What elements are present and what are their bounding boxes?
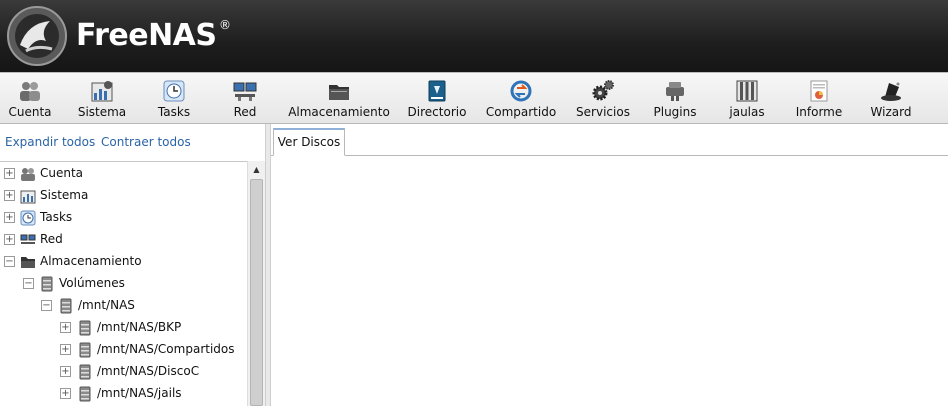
network-icon: [20, 234, 36, 244]
tree-node-label: Sistema: [40, 188, 89, 202]
tab-ver-discos[interactable]: Ver Discos: [273, 128, 345, 156]
tab-bar: Ver Discos: [271, 124, 948, 156]
report-icon: [810, 80, 828, 102]
tree-node-mnt-nas-bkp[interactable]: + /mnt/NAS/BKP: [0, 318, 247, 338]
network-icon: [233, 82, 257, 101]
tree-node-label: /mnt/NAS/jails: [97, 386, 182, 400]
expand-icon[interactable]: +: [60, 322, 71, 333]
tree-node-mnt-nas-discoc[interactable]: + /mnt/NAS/DiscoC: [0, 362, 247, 382]
tree-node-mnt-nas-jails[interactable]: + /mnt/NAS/jails: [0, 384, 247, 404]
main-toolbar: Cuenta Sistema Tasks Red Almacenamiento: [0, 72, 948, 124]
tree-node-volumenes[interactable]: − Volúmenes: [0, 274, 247, 294]
volume-icon: [79, 364, 91, 380]
tree-node-red[interactable]: + Red: [0, 230, 247, 250]
toolbar-compartido-button[interactable]: Compartido: [482, 73, 560, 124]
expand-icon[interactable]: +: [4, 212, 15, 223]
navigation-tree: + Cuenta + Sistema + Tasks + Red − Almac…: [0, 161, 265, 406]
expand-all-link[interactable]: Expandir todos: [5, 135, 95, 149]
tree-node-sistema[interactable]: + Sistema: [0, 186, 247, 206]
tree-node-cuenta[interactable]: + Cuenta: [0, 164, 247, 184]
toolbar-informe-button[interactable]: Informe: [788, 73, 850, 124]
tree-node-label: /mnt/NAS/BKP: [97, 320, 182, 334]
expand-icon[interactable]: +: [60, 344, 71, 355]
tree-node-label: /mnt/NAS/DiscoC: [97, 364, 200, 378]
toolbar-label: Directorio: [407, 105, 467, 119]
plugins-icon: [666, 82, 684, 101]
tree-node-label: Red: [40, 232, 63, 246]
wizard-hat-icon: [881, 82, 901, 101]
expand-icon[interactable]: +: [60, 366, 71, 377]
clock-icon: [163, 80, 185, 102]
app-header: FreeNAS ®: [0, 0, 948, 72]
tree-node-label: Almacenamiento: [40, 254, 142, 268]
folder-icon: [329, 85, 349, 100]
collapse-icon[interactable]: −: [23, 278, 34, 289]
volume-icon: [79, 386, 91, 402]
toolbar-label: Red: [233, 105, 257, 119]
system-icon: [20, 190, 36, 204]
toolbar-tasks-button[interactable]: Tasks: [144, 73, 204, 124]
toolbar-label: Wizard: [870, 105, 912, 119]
registered-mark: ®: [219, 18, 231, 32]
toolbar-almacenamiento-button[interactable]: Almacenamiento: [286, 73, 392, 124]
tree-controls: Expandir todos Contraer todos: [0, 124, 270, 161]
scroll-up-arrow-icon[interactable]: ▲: [248, 161, 265, 179]
toolbar-servicios-button[interactable]: Servicios: [572, 73, 634, 124]
tree-node-label: Volúmenes: [59, 276, 125, 290]
toolbar-label: Informe: [795, 105, 843, 119]
tree-node-label: /mnt/NAS/Compartidos: [97, 342, 235, 356]
toolbar-label: Servicios: [576, 105, 630, 119]
share-icon: [510, 80, 532, 102]
volume-icon: [79, 342, 91, 358]
volume-icon: [60, 298, 72, 314]
gears-icon: [592, 80, 614, 101]
expand-icon[interactable]: +: [4, 190, 15, 201]
system-icon: [91, 81, 113, 102]
toolbar-label: Almacenamiento: [288, 105, 390, 119]
tree-node-label: Tasks: [40, 210, 73, 224]
toolbar-red-button[interactable]: Red: [216, 73, 274, 124]
toolbar-cuenta-button[interactable]: Cuenta: [0, 73, 60, 124]
tree-scrollbar[interactable]: ▲: [247, 161, 265, 406]
toolbar-label: Tasks: [157, 105, 191, 119]
toolbar-label: Plugins: [653, 105, 697, 119]
toolbar-sistema-button[interactable]: Sistema: [72, 73, 132, 124]
toolbar-plugins-button[interactable]: Plugins: [646, 73, 704, 124]
toolbar-jaulas-button[interactable]: jaulas: [718, 73, 776, 124]
tree-node-label: /mnt/NAS: [78, 298, 135, 312]
expand-icon[interactable]: +: [4, 168, 15, 179]
collapse-icon[interactable]: −: [4, 256, 15, 267]
toolbar-label: jaulas: [729, 105, 765, 119]
brand-name: FreeNAS: [76, 18, 217, 53]
users-icon: [21, 168, 35, 181]
toolbar-wizard-button[interactable]: Wizard: [862, 73, 920, 124]
collapse-all-link[interactable]: Contraer todos: [101, 135, 191, 149]
toolbar-label: Sistema: [77, 105, 127, 119]
toolbar-directorio-button[interactable]: Directorio: [404, 73, 470, 124]
directory-book-icon: [428, 80, 446, 102]
scroll-thumb[interactable]: [250, 179, 263, 406]
tree-node-mnt-nas[interactable]: − /mnt/NAS: [0, 296, 247, 316]
volume-icon: [41, 276, 53, 292]
expand-icon[interactable]: +: [4, 234, 15, 245]
tree-node-label: Cuenta: [40, 166, 84, 180]
volume-icon: [79, 320, 91, 336]
freenas-logo-icon: [7, 6, 67, 66]
clock-icon: [20, 210, 36, 226]
toolbar-label: Compartido: [485, 105, 557, 119]
toolbar-label: Cuenta: [8, 105, 52, 119]
tree-node-almacenamiento[interactable]: − Almacenamiento: [0, 252, 247, 272]
users-icon: [20, 82, 40, 101]
tree-node-mnt-nas-compartidos[interactable]: + /mnt/NAS/Compartidos: [0, 340, 247, 360]
tab-content-area: [271, 156, 948, 406]
jail-bars-icon: [736, 80, 758, 102]
expand-icon[interactable]: +: [60, 388, 71, 399]
folder-icon: [21, 257, 35, 268]
collapse-icon[interactable]: −: [41, 300, 52, 311]
tree-node-tasks[interactable]: + Tasks: [0, 208, 247, 228]
